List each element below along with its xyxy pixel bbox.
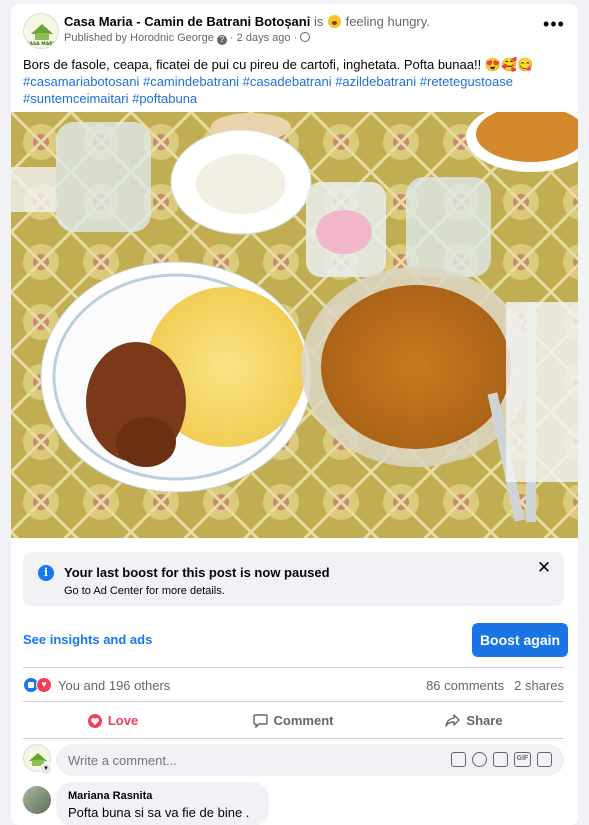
share-icon	[445, 709, 461, 739]
post-body: Bors de fasole, ceapa, ficatei de pui cu…	[23, 57, 534, 72]
comment-item: Mariana Rasnita Pofta buna si sa va fie …	[23, 782, 564, 825]
post-hashtags[interactable]: #casamariabotosani #camindebatrani #casa…	[23, 73, 568, 107]
share-label: Share	[466, 713, 503, 728]
post-stats: 86 comments 2 shares	[426, 678, 564, 693]
reactions-text[interactable]: You and 196 others	[58, 678, 170, 693]
love-label: Love	[107, 713, 139, 728]
comment-text-line: Pofta buna si sa va fie de bine .♥	[68, 805, 257, 825]
food-photo-image	[11, 112, 578, 538]
heart-icon	[87, 709, 102, 739]
comment-text: Pofta buna si sa va fie de bine .	[68, 805, 250, 820]
divider	[23, 667, 564, 668]
info-icon: i	[38, 565, 54, 581]
sticker-icon[interactable]	[537, 752, 552, 767]
post-timestamp[interactable]: 2 days ago	[237, 32, 291, 44]
info-icon[interactable]: ?	[216, 35, 227, 45]
love-button[interactable]: Love	[23, 706, 203, 736]
comment-label: Comment	[273, 713, 334, 728]
published-by: Published by Horodnic George	[64, 32, 214, 44]
boost-paused-notice: i Your last boost for this post is now p…	[23, 552, 564, 606]
feeling-text: feeling hungry.	[341, 14, 430, 29]
post-card: CASA MARIA Casa Maria - Camin de Batrani…	[11, 4, 578, 825]
divider	[23, 701, 564, 702]
more-options-icon[interactable]: •••	[542, 15, 566, 37]
post-actions: Love Comment Share	[23, 706, 564, 736]
divider	[23, 738, 564, 739]
comments-count[interactable]: 86 comments	[426, 678, 504, 693]
commenter-avatar[interactable]	[23, 786, 51, 814]
boost-title: Your last boost for this post is now pau…	[64, 565, 330, 580]
page-logo-icon: CASA MARIA	[25, 15, 58, 48]
page-name-link[interactable]: Casa Maria - Camin de Batrani Botoșani	[64, 14, 310, 29]
see-insights-link[interactable]: See insights and ads	[23, 632, 152, 647]
comment-icon	[252, 709, 268, 739]
avatar-sticker-icon[interactable]	[451, 752, 466, 767]
feeling-hungry-icon	[327, 15, 341, 28]
post-text: Bors de fasole, ceapa, ficatei de pui cu…	[23, 56, 568, 107]
page-avatar[interactable]: CASA MARIA	[23, 13, 59, 49]
boost-subtitle[interactable]: Go to Ad Center for more details.	[64, 585, 225, 597]
post-header: CASA MARIA Casa Maria - Camin de Batrani…	[11, 4, 578, 54]
gif-icon[interactable]: GIF	[514, 752, 531, 767]
comment-author[interactable]: Mariana Rasnita	[68, 790, 257, 802]
emoji-icon[interactable]	[472, 752, 487, 767]
comment-bubble: Mariana Rasnita Pofta buna si sa va fie …	[56, 782, 269, 825]
comment-button[interactable]: Comment	[203, 706, 383, 736]
close-icon[interactable]: ✕	[536, 559, 552, 576]
shares-count[interactable]: 2 shares	[514, 678, 564, 693]
camera-icon[interactable]	[493, 752, 508, 767]
chevron-down-icon[interactable]: ▾	[40, 763, 52, 775]
post-meta: Published by Horodnic George ? · 2 days …	[64, 32, 311, 45]
post-photo[interactable]	[11, 112, 578, 538]
comment-composer: ▾ GIF	[23, 744, 564, 776]
comment-input-icons: GIF	[445, 752, 552, 768]
is-text: is	[310, 14, 327, 29]
share-button[interactable]: Share	[384, 706, 564, 736]
boost-again-button[interactable]: Boost again	[472, 623, 568, 657]
love-reaction-icon: ♥	[36, 677, 52, 693]
svg-text:CASA MARIA: CASA MARIA	[26, 41, 58, 47]
globe-icon[interactable]	[300, 32, 311, 42]
post-title-line: Casa Maria - Camin de Batrani Botoșani i…	[64, 14, 430, 29]
